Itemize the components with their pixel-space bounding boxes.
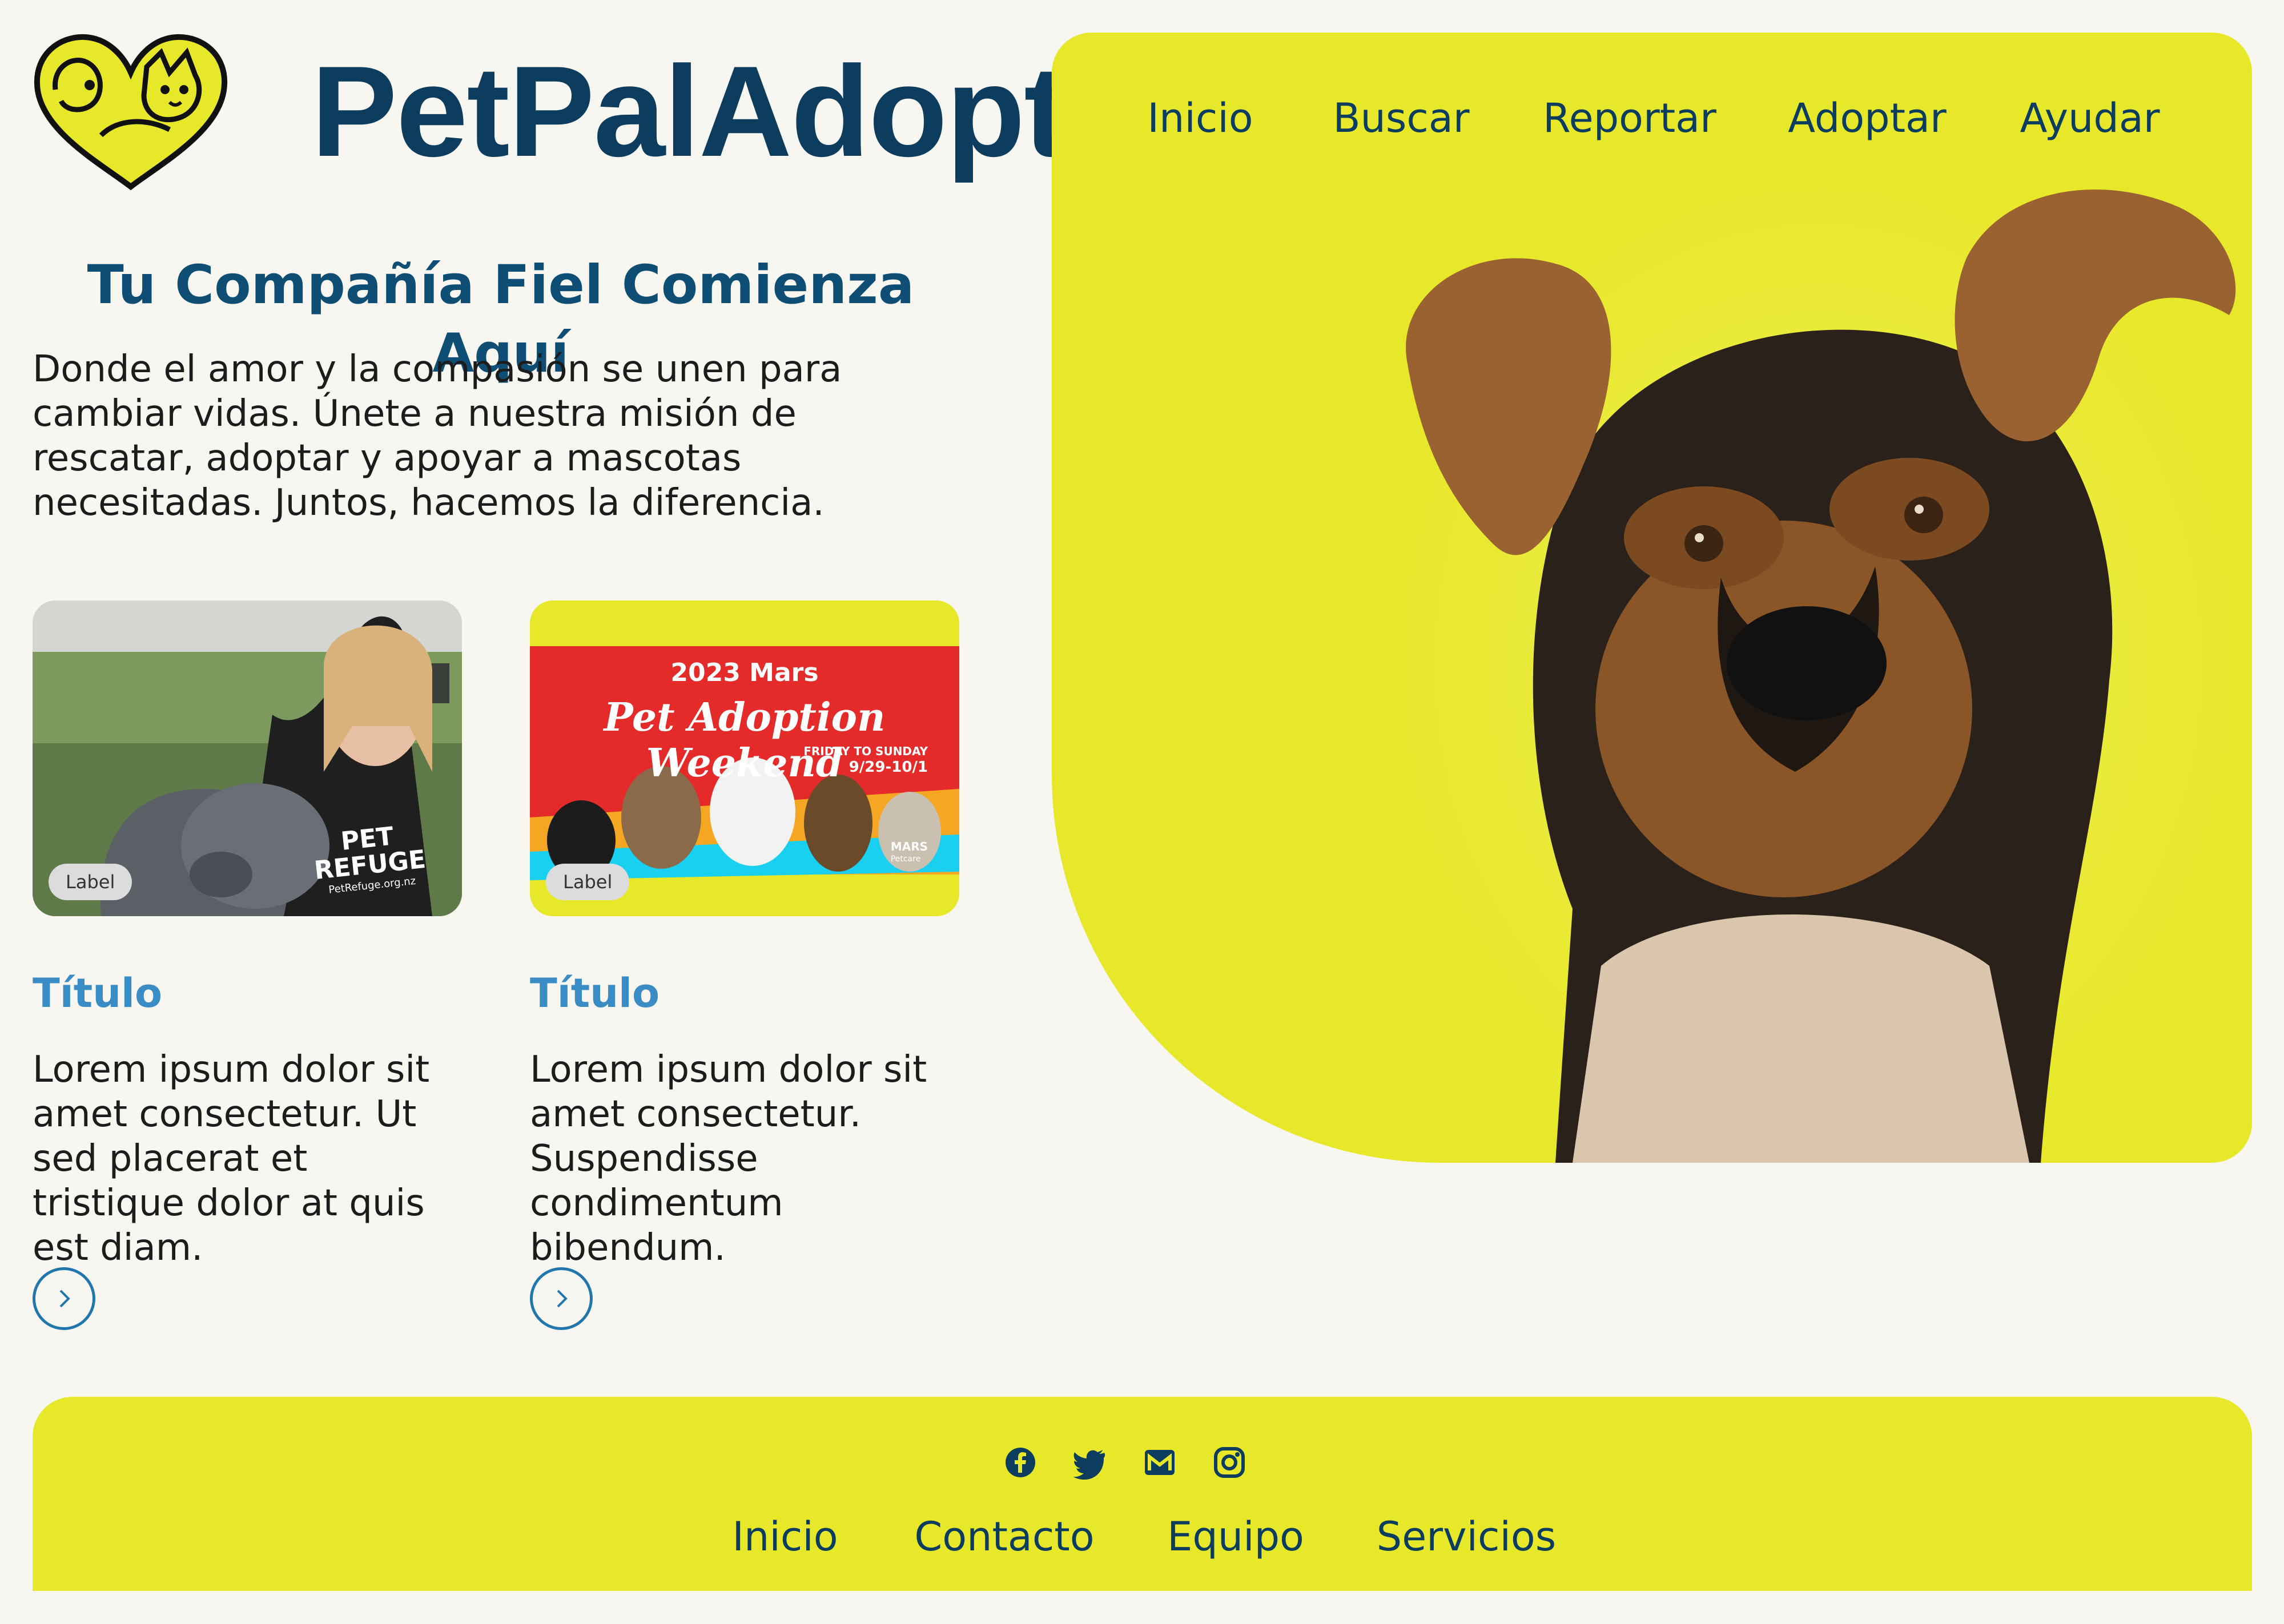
card-next-button[interactable] bbox=[33, 1267, 95, 1330]
nav-buscar[interactable]: Buscar bbox=[1333, 90, 1469, 147]
chevron-right-icon bbox=[59, 1289, 70, 1308]
card-title[interactable]: Título bbox=[530, 968, 959, 1019]
hero-description: Donde el amor y la compasión se unen par… bbox=[33, 348, 842, 524]
brand-name[interactable]: PetPalAdopt bbox=[311, 47, 1067, 176]
footer-link-contacto[interactable]: Contacto bbox=[914, 1508, 1094, 1565]
card-rescue[interactable]: PET REFUGE PetRefuge.org.nz Label Título… bbox=[33, 601, 462, 1270]
hero-panel: Inicio Buscar Reportar Adoptar Ayudar bbox=[1052, 33, 2252, 1163]
nav-reportar[interactable]: Reportar bbox=[1543, 90, 1716, 147]
footer-link-servicios[interactable]: Servicios bbox=[1377, 1508, 1556, 1565]
footer: Inicio Contacto Equipo Servicios bbox=[33, 1397, 2252, 1591]
footer-link-equipo[interactable]: Equipo bbox=[1167, 1508, 1304, 1565]
gmail-icon[interactable] bbox=[1143, 1445, 1177, 1480]
twitter-icon[interactable] bbox=[1073, 1445, 1107, 1480]
card-adoption-weekend[interactable]: 2023 Mars Pet Adoption Weekend FRIDAY TO… bbox=[530, 601, 959, 1270]
card-label: Label bbox=[49, 864, 132, 900]
logo-icon bbox=[34, 34, 228, 191]
footer-link-inicio[interactable]: Inicio bbox=[732, 1508, 838, 1565]
poster-brand: MARS Petcare bbox=[890, 840, 928, 864]
nav-inicio[interactable]: Inicio bbox=[1147, 90, 1253, 147]
facebook-icon[interactable] bbox=[1003, 1445, 1038, 1480]
card-text: Lorem ipsum dolor sit amet consectetur. … bbox=[33, 1049, 430, 1269]
poster-dates: FRIDAY TO SUNDAY 9/29-10/1 bbox=[803, 744, 928, 776]
refuge-logo-text: PET REFUGE PetRefuge.org.nz bbox=[312, 821, 428, 896]
nav-adoptar[interactable]: Adoptar bbox=[1788, 90, 1946, 147]
main-nav: Inicio Buscar Reportar Adoptar Ayudar bbox=[1052, 90, 2252, 147]
card-next-button[interactable] bbox=[530, 1267, 593, 1330]
chevron-right-icon bbox=[557, 1289, 568, 1308]
card-text: Lorem ipsum dolor sit amet consectetur. … bbox=[530, 1049, 927, 1269]
card-image-rescue: PET REFUGE PetRefuge.org.nz Label bbox=[33, 601, 462, 916]
card-label: Label bbox=[546, 864, 630, 900]
puppy-image bbox=[1384, 167, 2252, 1163]
card-title[interactable]: Título bbox=[33, 968, 462, 1019]
instagram-icon[interactable] bbox=[1212, 1445, 1246, 1480]
card-image-adoption-weekend: 2023 Mars Pet Adoption Weekend FRIDAY TO… bbox=[530, 601, 959, 916]
poster-year: 2023 Mars bbox=[670, 658, 819, 687]
nav-ayudar[interactable]: Ayudar bbox=[2020, 90, 2160, 147]
